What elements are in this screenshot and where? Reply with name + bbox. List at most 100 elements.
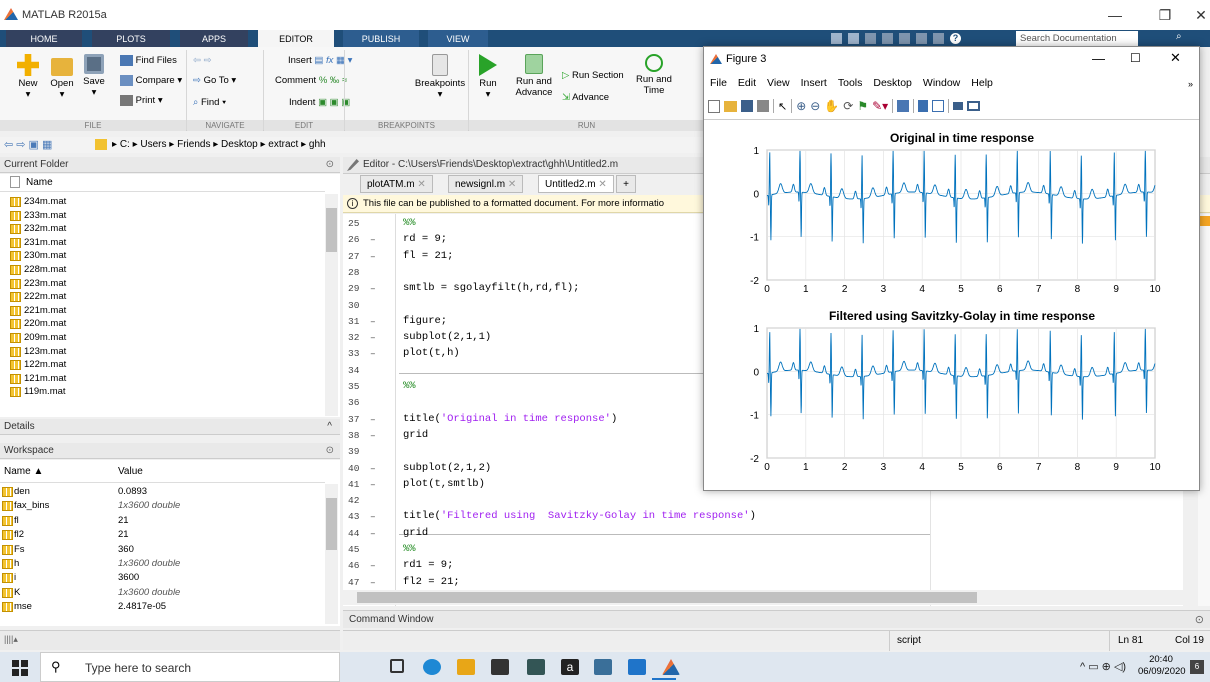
file-explorer-icon[interactable] <box>457 659 475 675</box>
data-cursor-icon[interactable]: ⚑ <box>857 99 868 113</box>
line-number[interactable]: 28 <box>348 267 388 278</box>
breadcrumb[interactable]: ▸ C: ▸ Users ▸ Friends ▸ Desktop ▸ extra… <box>112 139 326 150</box>
zoom-in-icon[interactable]: ⊕ <box>796 99 806 113</box>
paste-icon[interactable] <box>882 33 893 44</box>
figure-window[interactable]: Figure 3 — ☐ ✕ File Edit View Insert Tools De… <box>703 46 1200 491</box>
tab-home[interactable]: HOME <box>6 30 82 47</box>
save-button[interactable]: Save ▾ <box>80 54 108 98</box>
line-number[interactable]: 34 <box>348 365 388 376</box>
search-icon[interactable]: ⌕ <box>1176 31 1182 42</box>
path-segment[interactable]: Friends <box>177 139 210 150</box>
amazon-icon[interactable]: a <box>561 659 579 675</box>
path-segment[interactable]: Users <box>140 139 166 150</box>
breakpoint-marker[interactable]: – <box>370 528 376 539</box>
code-line[interactable]: rd = 9; <box>403 233 447 245</box>
workspace-row[interactable]: mse 2.4817e-05 <box>0 600 335 613</box>
tab-apps[interactable]: APPS <box>180 30 248 47</box>
close-icon[interactable]: ✕ <box>508 179 516 190</box>
workspace-scrollbar[interactable] <box>325 484 338 624</box>
colorbar-icon[interactable] <box>918 100 929 112</box>
code-line[interactable]: %% <box>403 543 416 555</box>
line-number[interactable]: 36 <box>348 397 388 408</box>
code-line[interactable]: grid <box>403 429 428 441</box>
indent-button[interactable]: Indent ▣ ▣ ▣ <box>289 97 350 108</box>
file-item[interactable]: 209m.mat <box>10 332 66 344</box>
figure-menu-edit[interactable]: Edit <box>738 77 756 93</box>
breakpoint-marker[interactable]: – <box>370 332 376 343</box>
run-button[interactable]: Run ▾ <box>474 54 502 100</box>
go-to-button[interactable]: ⇨ Go To ▾ <box>193 75 236 86</box>
figure-maximize-button[interactable]: ☐ <box>1130 51 1141 65</box>
file-item[interactable]: 234m.mat <box>10 196 66 208</box>
line-number[interactable]: 42 <box>348 495 388 506</box>
new-tab-button[interactable]: + <box>616 175 636 193</box>
workspace-row[interactable]: fl2 21 <box>0 528 335 541</box>
pan-icon[interactable]: ✋ <box>824 99 839 113</box>
code-line[interactable]: %% <box>403 217 416 229</box>
path-segment[interactable]: C: <box>120 139 130 150</box>
close-button[interactable]: ✕ <box>1178 0 1210 30</box>
workspace-row[interactable]: den 0.0893 <box>0 485 335 498</box>
file-item[interactable]: 228m.mat <box>10 264 66 276</box>
breakpoint-marker[interactable]: – <box>370 251 376 262</box>
line-number[interactable]: 33 – <box>348 348 388 359</box>
tab-publish[interactable]: PUBLISH <box>343 30 419 47</box>
code-line[interactable]: fl = 21; <box>403 250 453 262</box>
file-item[interactable]: 123m.mat <box>10 346 66 358</box>
figure-axes[interactable]: Original in time response Filtered using… <box>704 120 1199 490</box>
command-history-icon[interactable]: ||||▴ <box>4 634 18 645</box>
line-number[interactable]: 38 – <box>348 430 388 441</box>
run-and-time-button[interactable]: Run and Time <box>632 54 676 96</box>
panel-menu-icon[interactable]: ⊙ <box>326 443 334 459</box>
workspace-row[interactable]: fax_bins 1x3600 double <box>0 499 335 512</box>
photos-icon[interactable] <box>594 659 612 675</box>
open-file-icon[interactable] <box>724 100 737 112</box>
legend-icon[interactable] <box>932 100 945 112</box>
subplot-1[interactable]: 0 1 2 3 4 5 6 7 8 9 1010-1-2 <box>750 146 1161 295</box>
panel-menu-icon[interactable]: ⊙ <box>1195 613 1204 626</box>
insert-button[interactable]: Insert ▤ fx ▦ ▾ <box>288 55 352 66</box>
code-line[interactable]: fl2 = 21; <box>403 576 460 588</box>
file-item[interactable]: 122m.mat <box>10 359 66 371</box>
line-number[interactable]: 45 <box>348 544 388 555</box>
task-view-icon[interactable] <box>390 659 404 673</box>
dropbox-icon[interactable] <box>527 659 545 675</box>
path-segment[interactable]: extract <box>268 139 298 150</box>
scrollbar-thumb[interactable] <box>326 208 337 252</box>
code-line[interactable]: subplot(2,1,2) <box>403 462 491 474</box>
close-icon[interactable]: ✕ <box>598 179 606 190</box>
figure-menu-tools[interactable]: Tools <box>838 77 863 93</box>
code-line[interactable]: %% <box>403 380 416 392</box>
tab-editor[interactable]: EDITOR <box>258 30 334 47</box>
line-number[interactable]: 37 – <box>348 414 388 425</box>
code-line[interactable]: plot(t,smtlb) <box>403 478 485 490</box>
file-item[interactable]: 221m.mat <box>10 305 66 317</box>
line-number[interactable]: 44 – <box>348 528 388 539</box>
search-documentation-input[interactable]: Search Documentation <box>1016 31 1138 46</box>
breakpoint-marker[interactable]: – <box>370 479 376 490</box>
cut-icon[interactable] <box>848 33 859 44</box>
workspace-row[interactable]: fl 21 <box>0 514 335 527</box>
folder-scrollbar[interactable] <box>325 194 338 416</box>
breakpoint-marker[interactable]: – <box>370 430 376 441</box>
details-header[interactable]: Details ^ <box>0 419 340 435</box>
line-number[interactable]: 35 <box>348 381 388 392</box>
store-icon[interactable] <box>491 659 509 675</box>
breakpoint-marker[interactable]: – <box>370 560 376 571</box>
redo-icon[interactable] <box>916 33 927 44</box>
figure-close-button[interactable]: ✕ <box>1170 50 1181 66</box>
switch-windows-icon[interactable] <box>933 33 944 44</box>
breakpoint-marker[interactable]: – <box>370 511 376 522</box>
tab-plotATM[interactable]: plotATM.m ✕ <box>360 175 433 193</box>
figure-menu-desktop[interactable]: Desktop <box>873 77 912 93</box>
compare-button[interactable]: Compare ▾ <box>120 75 182 86</box>
run-and-advance-button[interactable]: Run and Advance <box>512 54 556 98</box>
comment-button[interactable]: Comment % ‰ ≈ <box>275 75 347 86</box>
brush-icon[interactable]: ✎▾ <box>872 99 888 113</box>
panel-menu-icon[interactable]: ⊙ <box>326 157 334 173</box>
workspace-row[interactable]: h 1x3600 double <box>0 557 335 570</box>
new-figure-icon[interactable] <box>708 99 720 113</box>
print-button[interactable]: Print ▾ <box>120 95 163 106</box>
line-number[interactable]: 39 <box>348 446 388 457</box>
code-line[interactable]: grid <box>403 527 428 539</box>
